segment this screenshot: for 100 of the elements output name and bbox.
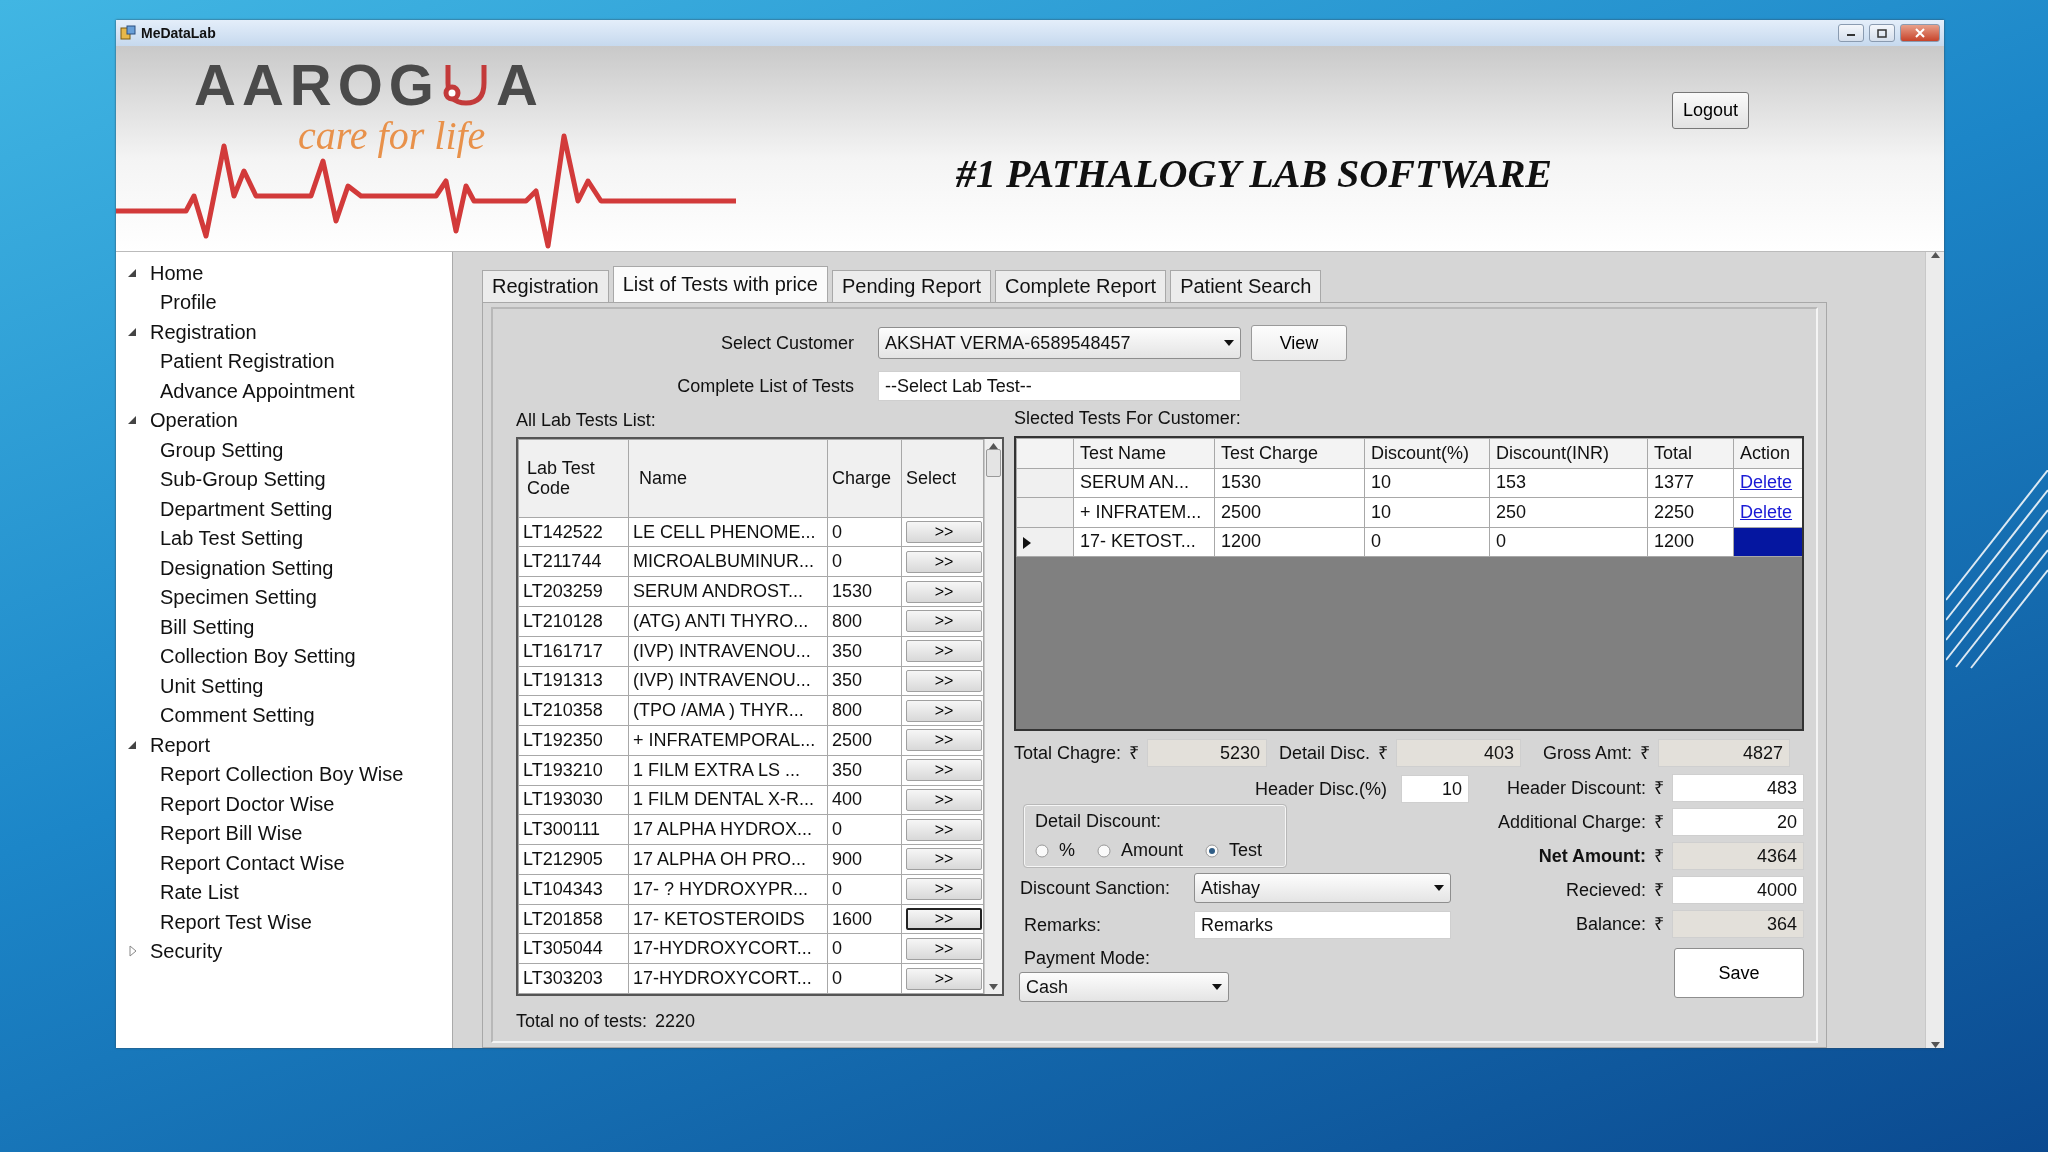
sidebar-item[interactable]: Bill Setting (160, 611, 255, 642)
table-cell: + INFRATEMPORAL... (628, 725, 828, 756)
table-cell: LE CELL PHENOME... (628, 517, 828, 547)
sidebar-item[interactable]: Department Setting (160, 493, 333, 524)
sidebar-item[interactable]: Report Collection Boy Wise (160, 759, 404, 790)
column-header: Action (1733, 438, 1802, 468)
select-button[interactable]: >> (906, 640, 982, 663)
sidebar-item[interactable]: Report (150, 729, 211, 760)
table-cell: 2500 (1214, 497, 1365, 527)
sidebar-item[interactable]: Lab Test Setting (160, 523, 304, 554)
sidebar-item[interactable]: Security (150, 936, 223, 967)
table-cell: 250 (1489, 497, 1648, 527)
radio-label[interactable]: Amount (1121, 837, 1184, 864)
sidebar-item[interactable]: Report Doctor Wise (160, 788, 335, 819)
input-field[interactable]: 10 (1401, 775, 1469, 803)
tab[interactable]: List of Tests with price (612, 266, 828, 302)
sidebar-item[interactable]: Report Test Wise (160, 906, 312, 937)
table-cell: 1 FILM DENTAL X-R... (628, 785, 828, 815)
radio-label[interactable]: % (1059, 837, 1075, 864)
select-button[interactable]: >> (906, 878, 982, 901)
sidebar-item[interactable]: Comment Setting (160, 700, 315, 731)
row-pointer-icon (1023, 536, 1031, 549)
sidebar-item[interactable]: Advance Appointment (160, 375, 355, 406)
sanction-dropdown[interactable]: Atishay (1194, 873, 1451, 903)
sidebar-item[interactable]: Group Setting (160, 434, 284, 465)
table-cell: 153 (1489, 468, 1648, 498)
view-button[interactable]: View (1251, 325, 1347, 361)
select-button[interactable]: >> (906, 848, 982, 871)
sidebar-item[interactable]: Operation (150, 405, 238, 436)
select-button[interactable]: >> (906, 699, 982, 722)
scrollbar[interactable] (1925, 252, 1944, 1048)
sidebar-item[interactable]: Specimen Setting (160, 582, 317, 613)
input-field[interactable]: 4000 (1672, 876, 1804, 904)
sidebar-item[interactable]: Designation Setting (160, 552, 334, 583)
table-cell: 0 (827, 874, 902, 905)
select-button[interactable]: >> (906, 818, 982, 841)
row-header[interactable] (1016, 527, 1074, 557)
select-button[interactable]: >> (906, 937, 982, 960)
readonly-field: 403 (1396, 739, 1522, 767)
column-header: Name (628, 439, 828, 518)
sidebar-item[interactable]: Registration (150, 316, 257, 347)
scroll-thumb[interactable] (986, 449, 1001, 477)
save-button[interactable]: Save (1674, 948, 1804, 998)
caret-icon (1434, 885, 1444, 891)
select-button[interactable]: >> (906, 580, 982, 603)
rupee-symbol: ₹ (1128, 741, 1141, 765)
payment-dropdown[interactable]: Cash (1019, 972, 1229, 1002)
tab[interactable]: Patient Search (1170, 270, 1322, 302)
radio-label[interactable]: Test (1229, 837, 1263, 864)
select-button[interactable]: >> (906, 908, 982, 930)
table-cell: 350 (827, 755, 902, 786)
select-button[interactable]: >> (906, 967, 982, 990)
selected-cell[interactable] (1733, 527, 1802, 557)
table-cell: 1600 (827, 904, 902, 934)
sidebar-item[interactable]: Report Bill Wise (160, 818, 303, 849)
table-cell: 2250 (1647, 497, 1734, 527)
table-cell: 2500 (827, 725, 902, 756)
table-cell: LT210358 (518, 695, 629, 726)
select-button[interactable]: >> (906, 521, 982, 544)
select-button[interactable]: >> (906, 610, 982, 633)
tab[interactable]: Registration (482, 270, 609, 302)
section-label: Slected Tests For Customer: (1014, 407, 1241, 430)
maximize-button[interactable] (1869, 24, 1895, 42)
field-label: Total Chagre: (1014, 741, 1122, 765)
rupee-symbol: ₹ (1653, 776, 1665, 800)
sidebar-item[interactable]: Profile (160, 287, 217, 318)
minimize-button[interactable] (1838, 24, 1864, 42)
table-cell: (IVP) INTRAVENOU... (628, 666, 828, 696)
table-cell: 17- KETOST... (1073, 527, 1215, 557)
sidebar-item[interactable]: Collection Boy Setting (160, 641, 356, 672)
remarks-field[interactable]: Remarks (1194, 911, 1451, 939)
column-header: Test Name (1073, 438, 1215, 468)
radio-button[interactable] (1205, 843, 1220, 858)
customer-dropdown[interactable]: AKSHAT VERMA-6589548457 (878, 327, 1241, 359)
sidebar-item[interactable]: Rate List (160, 877, 239, 908)
tab[interactable]: Complete Report (994, 270, 1167, 302)
table-cell: 350 (827, 666, 902, 696)
select-button[interactable]: >> (906, 550, 982, 573)
sidebar-item[interactable]: Report Contact Wise (160, 847, 345, 878)
scrollbar[interactable] (984, 439, 1002, 994)
radio-button[interactable] (1097, 843, 1111, 858)
select-button[interactable]: >> (906, 759, 982, 782)
sidebar-item[interactable]: Unit Setting (160, 670, 264, 701)
sidebar-item[interactable]: Patient Registration (160, 346, 335, 377)
input-field[interactable]: 20 (1672, 808, 1804, 836)
sidebar-item[interactable]: Home (150, 257, 204, 288)
test-search-field[interactable]: --Select Lab Test-- (878, 371, 1241, 401)
input-field[interactable]: 483 (1672, 774, 1804, 802)
close-button[interactable] (1900, 24, 1940, 42)
select-button[interactable]: >> (906, 669, 982, 692)
radio-button[interactable] (1035, 843, 1049, 858)
select-button[interactable]: >> (906, 729, 982, 752)
table-cell: 1200 (1647, 527, 1734, 557)
logout-button[interactable]: Logout (1671, 92, 1749, 129)
sidebar-item[interactable]: Sub-Group Setting (160, 464, 326, 495)
table-cell: LT303203 (518, 963, 629, 994)
select-button[interactable]: >> (906, 788, 982, 811)
table-cell: + INFRATEM... (1073, 497, 1215, 527)
app-title: #1 PATHALOGY LAB SOFTWARE (956, 150, 1552, 198)
tab[interactable]: Pending Report (832, 270, 991, 302)
